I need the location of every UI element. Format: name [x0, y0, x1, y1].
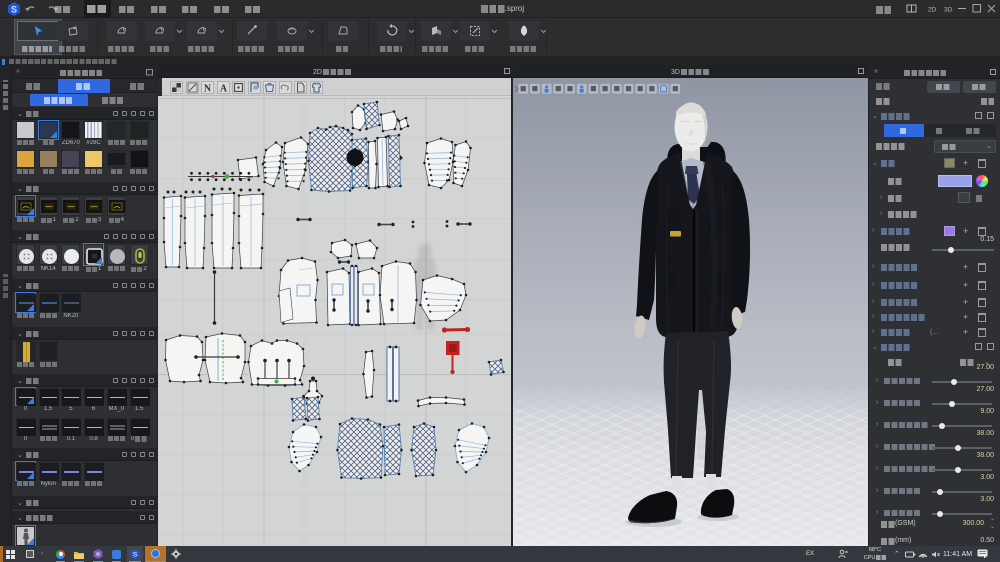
- svg-text:2D: 2D: [928, 7, 937, 14]
- svg-text:A: A: [219, 83, 227, 94]
- svg-text:3D: 3D: [944, 7, 953, 14]
- svg-text:S: S: [133, 552, 138, 559]
- svg-text:S: S: [11, 5, 17, 15]
- svg-text:N: N: [204, 83, 212, 94]
